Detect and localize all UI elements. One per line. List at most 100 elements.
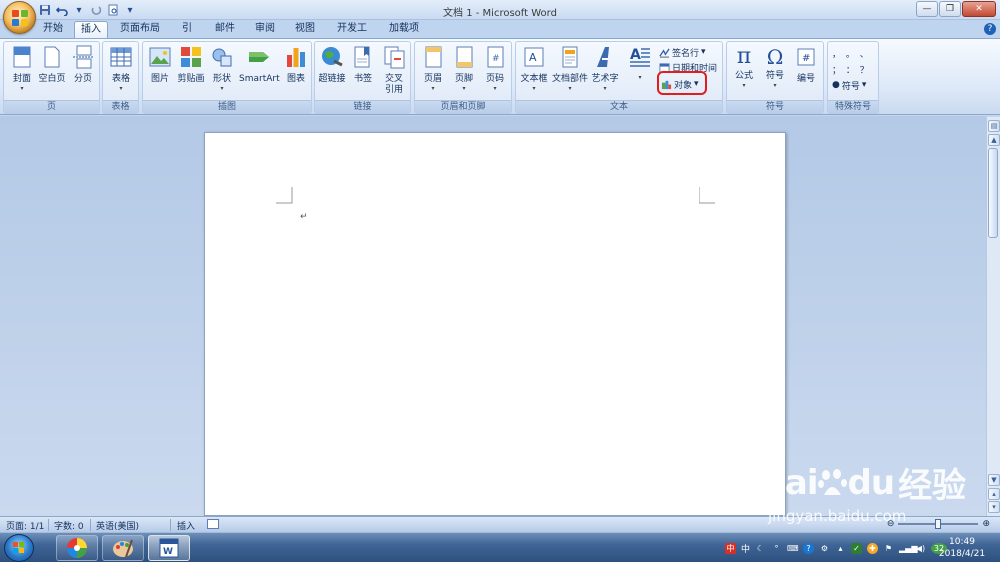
- footer-button[interactable]: 页脚 ▾: [449, 45, 479, 93]
- taskbar-app-word[interactable]: W: [148, 535, 190, 561]
- next-page-button[interactable]: ▾: [988, 501, 1000, 513]
- dropdown-arrow-icon: ▾: [431, 85, 435, 92]
- hyperlink-button[interactable]: 超链接: [317, 45, 347, 85]
- tray-app-icon[interactable]: ✚: [867, 542, 879, 554]
- document-page[interactable]: [204, 132, 786, 516]
- ime-punct-icon[interactable]: °: [771, 543, 782, 554]
- previous-page-button[interactable]: ▴: [988, 488, 1000, 500]
- margin-corner-top-right: [699, 187, 715, 204]
- watermark-brand: Bai: [760, 462, 819, 503]
- special-symbol-button[interactable]: ● 符号 ▾: [832, 78, 866, 92]
- clipart-button[interactable]: 剪贴画: [176, 45, 206, 85]
- tab-addins[interactable]: 加载项: [383, 21, 425, 38]
- minimize-button[interactable]: —: [916, 1, 938, 17]
- page-break-icon: [73, 45, 93, 69]
- chart-label: 图表: [286, 74, 305, 84]
- status-page[interactable]: 页面: 1/1: [6, 519, 44, 532]
- tray-expand-icon[interactable]: ▴: [835, 543, 846, 554]
- chart-button[interactable]: 图表: [281, 45, 311, 85]
- signature-line-button[interactable]: 签名行 ▾: [659, 45, 706, 59]
- punctuation-row-2[interactable]: ； ： ？: [832, 62, 870, 76]
- help-icon[interactable]: ?: [984, 23, 996, 35]
- page-break-button[interactable]: 分页: [68, 45, 98, 85]
- volume-icon[interactable]: ◀): [915, 543, 926, 554]
- cover-page-button[interactable]: 封面 ▾: [7, 45, 37, 93]
- tab-insert[interactable]: 插入: [74, 21, 108, 38]
- action-center-icon[interactable]: ⚑: [883, 543, 894, 554]
- highlight-annotation: [657, 71, 707, 95]
- cross-reference-button[interactable]: 交叉 引用: [379, 45, 409, 96]
- status-divider: [48, 519, 49, 531]
- security-shield-icon[interactable]: ✓: [851, 542, 863, 554]
- window-title: 文档 1 - Microsoft Word: [443, 8, 557, 19]
- numbering-button[interactable]: # 编号: [791, 45, 821, 85]
- group-symbols: π 公式 ▾ Ω 符号 ▾ # 编号 符号: [726, 41, 824, 114]
- taskbar-app-pinwheel[interactable]: [56, 535, 98, 561]
- word-icon: W: [159, 538, 179, 558]
- picture-button[interactable]: 图片: [145, 45, 175, 85]
- redo-icon[interactable]: [89, 3, 103, 17]
- tab-mailings[interactable]: 邮件: [209, 21, 241, 38]
- tab-home[interactable]: 开始: [36, 21, 70, 38]
- tab-developer[interactable]: 开发工具: [328, 21, 376, 50]
- macro-record-icon[interactable]: [207, 519, 219, 529]
- wordart-button[interactable]: 艺术字 ▾: [589, 45, 621, 93]
- taskbar-app-paint[interactable]: [102, 535, 144, 561]
- network-icon[interactable]: ▂▄▆: [899, 543, 917, 554]
- blank-page-button[interactable]: 空白页: [37, 45, 67, 85]
- punctuation-row-1[interactable]: ， 。 、: [832, 46, 870, 60]
- group-illustrations: 图片 剪贴画 形状 ▾ SmartArt 图表 插图: [142, 41, 312, 114]
- qat-customize-icon[interactable]: ▾: [123, 3, 137, 17]
- close-button[interactable]: ✕: [962, 1, 996, 17]
- status-word-count[interactable]: 字数: 0: [54, 519, 84, 532]
- shapes-button[interactable]: 形状 ▾: [207, 45, 237, 93]
- header-label: 页眉: [423, 74, 442, 84]
- office-button[interactable]: [3, 1, 36, 34]
- equation-button[interactable]: π 公式 ▾: [729, 45, 759, 90]
- tab-view[interactable]: 视图: [289, 21, 321, 38]
- ime-keyboard-icon[interactable]: ⌨: [787, 543, 799, 554]
- header-button[interactable]: 页眉 ▾: [418, 45, 448, 93]
- shapes-label: 形状: [212, 74, 231, 84]
- help-tray-icon[interactable]: ?: [803, 542, 815, 554]
- clock[interactable]: 10:49 2018/4/21: [938, 536, 986, 560]
- page-number-button[interactable]: # 页码 ▾: [480, 45, 510, 93]
- quick-parts-icon: [562, 46, 578, 68]
- status-insert-mode[interactable]: 插入: [177, 519, 195, 532]
- undo-dropdown-icon[interactable]: ▾: [72, 3, 86, 17]
- ribbon: 封面 ▾ 空白页 分页 页 表格 ▾ 表格 图片 剪贴画 形状 ▾ SmartA…: [0, 38, 1000, 115]
- ime-icon[interactable]: 中: [725, 542, 736, 554]
- group-title-illustrations: 插图: [143, 100, 311, 113]
- textbox-button[interactable]: A 文本框 ▾: [518, 45, 550, 93]
- status-language[interactable]: 英语(美国): [96, 519, 139, 532]
- smartart-icon: [249, 52, 269, 62]
- smartart-button[interactable]: SmartArt: [239, 45, 280, 85]
- save-icon[interactable]: [38, 3, 52, 17]
- print-preview-icon[interactable]: [106, 3, 120, 17]
- bookmark-button[interactable]: 书签: [348, 45, 378, 85]
- drop-cap-button[interactable]: A ▾: [621, 45, 659, 82]
- table-button[interactable]: 表格 ▾: [106, 45, 136, 93]
- ime-settings-icon[interactable]: ⚙: [819, 543, 830, 554]
- ime-language-label[interactable]: 中: [741, 542, 750, 555]
- scroll-up-button[interactable]: ▲: [988, 134, 1000, 146]
- quick-parts-label: 文档部件: [551, 74, 588, 84]
- hyperlink-label: 超链接: [318, 74, 346, 84]
- scroll-down-button[interactable]: ▼: [988, 474, 1000, 486]
- symbol-button[interactable]: Ω 符号 ▾: [760, 45, 790, 90]
- tab-references[interactable]: 引用: [172, 21, 202, 50]
- dropdown-arrow-icon: ▾: [638, 74, 642, 81]
- page-number-icon: #: [487, 46, 504, 68]
- omega-icon: Ω: [766, 45, 784, 69]
- tab-review[interactable]: 审阅: [249, 21, 281, 38]
- tab-page-layout[interactable]: 页面布局: [114, 21, 166, 38]
- undo-icon[interactable]: [55, 3, 69, 17]
- quick-access-toolbar: ▾ ▾: [38, 2, 137, 18]
- ime-moon-icon[interactable]: ☾: [755, 543, 766, 554]
- quick-parts-button[interactable]: 文档部件 ▾: [551, 45, 589, 93]
- ruler-toggle-icon[interactable]: ▤: [988, 120, 1000, 132]
- start-button[interactable]: [4, 534, 34, 562]
- restore-button[interactable]: ❐: [939, 1, 961, 17]
- cross-reference-label-line2: 引用: [384, 85, 403, 95]
- scrollbar-thumb[interactable]: [988, 148, 998, 238]
